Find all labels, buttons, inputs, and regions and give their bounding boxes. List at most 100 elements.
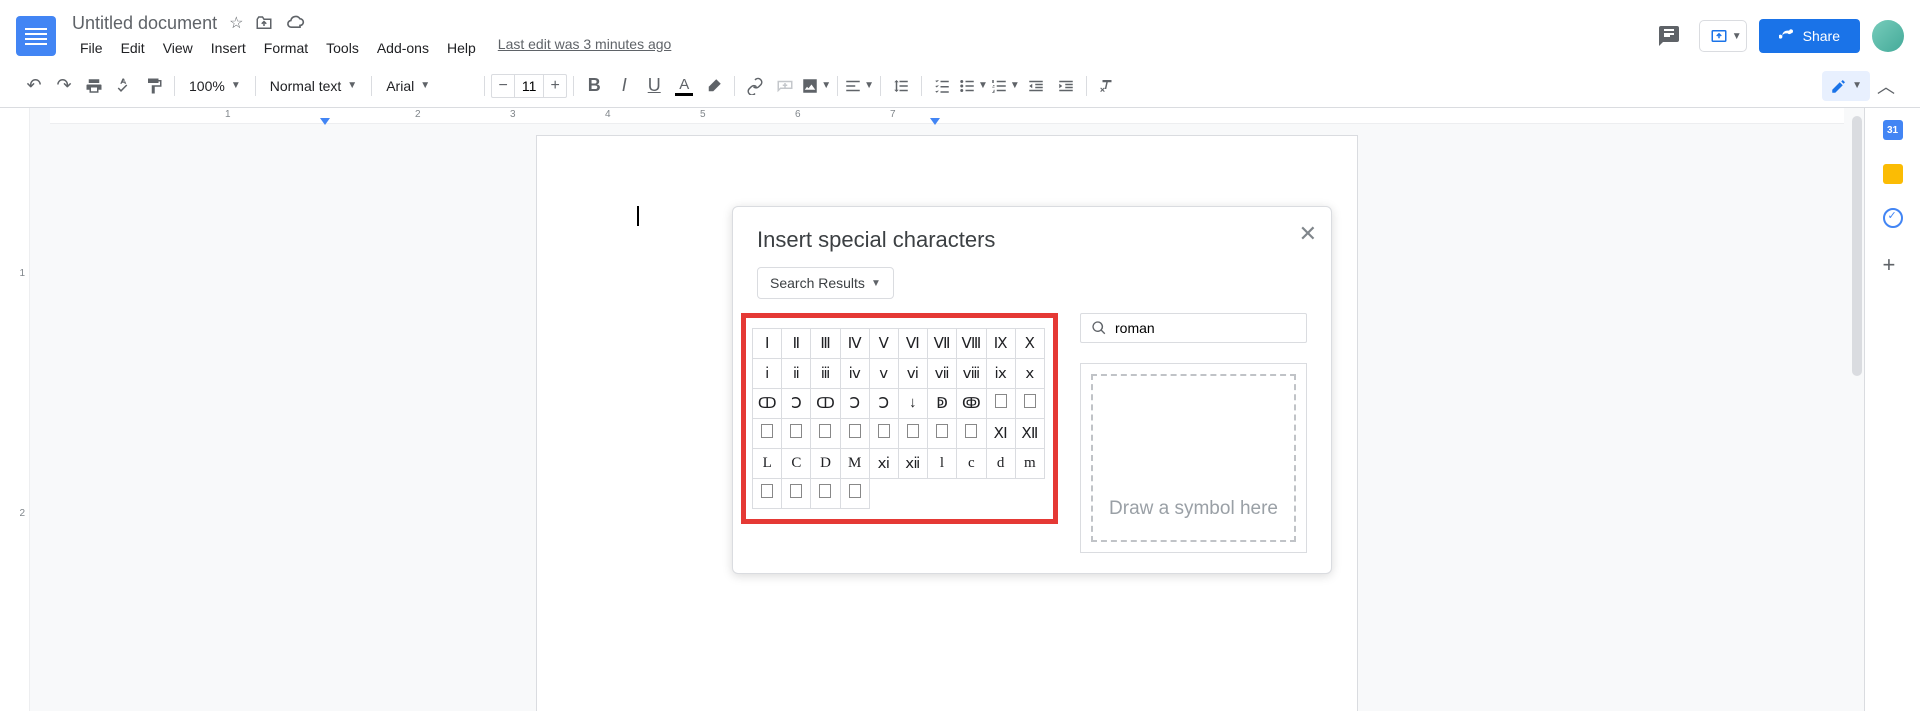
style-dropdown[interactable]: Normal text▼ bbox=[262, 74, 365, 98]
character-cell[interactable]: Ⅴ bbox=[869, 329, 898, 359]
character-cell[interactable] bbox=[1015, 389, 1044, 419]
draw-symbol-box[interactable]: Draw a symbol here bbox=[1080, 363, 1307, 553]
character-cell[interactable] bbox=[927, 419, 956, 449]
search-input[interactable] bbox=[1115, 320, 1296, 336]
character-cell[interactable]: ⅵ bbox=[898, 359, 927, 389]
character-cell[interactable]: ⅻ bbox=[898, 449, 927, 479]
link-icon[interactable] bbox=[741, 72, 769, 100]
calendar-icon[interactable]: 31 bbox=[1883, 120, 1903, 140]
character-cell[interactable]: Ⅱ bbox=[782, 329, 811, 359]
character-cell[interactable] bbox=[840, 479, 869, 509]
character-cell[interactable]: ⅰ bbox=[753, 359, 782, 389]
character-cell[interactable]: Ⅳ bbox=[840, 329, 869, 359]
right-indent-marker[interactable] bbox=[930, 118, 940, 125]
character-cell[interactable]: ↁ bbox=[927, 389, 956, 419]
align-icon[interactable]: ▼ bbox=[844, 72, 874, 100]
bold-icon[interactable]: B bbox=[580, 72, 608, 100]
character-cell[interactable]: ⅹ bbox=[1015, 359, 1044, 389]
checklist-icon[interactable] bbox=[928, 72, 956, 100]
add-addon-icon[interactable]: + bbox=[1883, 252, 1903, 272]
tasks-icon[interactable] bbox=[1883, 208, 1903, 228]
character-cell[interactable]: ↂ bbox=[957, 389, 986, 419]
cloud-status-icon[interactable] bbox=[285, 13, 305, 33]
character-cell[interactable]: ⅳ bbox=[840, 359, 869, 389]
character-cell[interactable]: Ↄ bbox=[782, 389, 811, 419]
star-icon[interactable]: ☆ bbox=[229, 13, 243, 33]
character-cell[interactable]: ⅺ bbox=[869, 449, 898, 479]
document-title[interactable]: Untitled document bbox=[72, 13, 217, 34]
highlight-icon[interactable] bbox=[700, 72, 728, 100]
character-cell[interactable]: Ⅶ bbox=[927, 329, 956, 359]
character-cell[interactable]: M bbox=[840, 449, 869, 479]
character-cell[interactable]: Ↄ bbox=[840, 389, 869, 419]
character-cell[interactable]: D bbox=[811, 449, 840, 479]
line-spacing-icon[interactable] bbox=[887, 72, 915, 100]
account-avatar[interactable] bbox=[1872, 20, 1904, 52]
menu-help[interactable]: Help bbox=[439, 36, 484, 60]
font-size-input[interactable] bbox=[514, 75, 544, 97]
underline-icon[interactable]: U bbox=[640, 72, 668, 100]
character-cell[interactable]: ⅶ bbox=[927, 359, 956, 389]
menu-view[interactable]: View bbox=[155, 36, 201, 60]
keep-icon[interactable] bbox=[1883, 164, 1903, 184]
horizontal-ruler[interactable]: 1 2 3 4 5 6 7 bbox=[50, 108, 1844, 124]
character-cell[interactable]: ↓ bbox=[898, 389, 927, 419]
character-cell[interactable]: Ⅲ bbox=[811, 329, 840, 359]
character-cell[interactable] bbox=[811, 479, 840, 509]
character-cell[interactable]: m bbox=[1015, 449, 1044, 479]
document-page[interactable]: Insert special characters ✕ Search Resul… bbox=[537, 136, 1357, 711]
character-cell[interactable]: ⅱ bbox=[782, 359, 811, 389]
menu-file[interactable]: File bbox=[72, 36, 111, 60]
present-button[interactable]: ▼ bbox=[1699, 20, 1747, 52]
bullet-list-icon[interactable]: ▼ bbox=[958, 72, 988, 100]
font-dropdown[interactable]: Arial▼ bbox=[378, 74, 478, 98]
undo-icon[interactable]: ↶ bbox=[20, 72, 48, 100]
comments-icon[interactable] bbox=[1651, 18, 1687, 54]
share-button[interactable]: Share bbox=[1759, 19, 1860, 53]
character-cell[interactable]: d bbox=[986, 449, 1015, 479]
zoom-dropdown[interactable]: 100%▼ bbox=[181, 74, 249, 98]
character-cell[interactable]: Ⅵ bbox=[898, 329, 927, 359]
character-cell[interactable] bbox=[782, 419, 811, 449]
character-cell[interactable]: Ⅹ bbox=[1015, 329, 1044, 359]
move-icon[interactable] bbox=[255, 14, 273, 32]
scrollbar-thumb[interactable] bbox=[1852, 116, 1862, 376]
character-cell[interactable]: Ↄ bbox=[869, 389, 898, 419]
character-cell[interactable]: C bbox=[782, 449, 811, 479]
character-cell[interactable]: l bbox=[927, 449, 956, 479]
character-cell[interactable] bbox=[753, 419, 782, 449]
character-cell[interactable] bbox=[986, 389, 1015, 419]
menu-insert[interactable]: Insert bbox=[203, 36, 254, 60]
image-icon[interactable]: ▼ bbox=[801, 72, 831, 100]
menu-tools[interactable]: Tools bbox=[318, 36, 367, 60]
clear-format-icon[interactable] bbox=[1093, 72, 1121, 100]
character-cell[interactable]: Ⅺ bbox=[986, 419, 1015, 449]
character-cell[interactable]: Ⅸ bbox=[986, 329, 1015, 359]
font-size-increase[interactable]: + bbox=[544, 75, 566, 97]
spellcheck-icon[interactable] bbox=[110, 72, 138, 100]
character-cell[interactable]: Ⅰ bbox=[753, 329, 782, 359]
menu-edit[interactable]: Edit bbox=[113, 36, 153, 60]
character-cell[interactable] bbox=[811, 419, 840, 449]
character-cell[interactable]: ⅸ bbox=[986, 359, 1015, 389]
character-cell[interactable]: ↀ bbox=[811, 389, 840, 419]
menu-addons[interactable]: Add-ons bbox=[369, 36, 437, 60]
character-cell[interactable] bbox=[782, 479, 811, 509]
character-cell[interactable] bbox=[869, 419, 898, 449]
menu-format[interactable]: Format bbox=[256, 36, 316, 60]
left-indent-marker[interactable] bbox=[320, 118, 330, 125]
docs-logo[interactable] bbox=[16, 16, 56, 56]
character-cell[interactable]: ⅷ bbox=[957, 359, 986, 389]
indent-increase-icon[interactable] bbox=[1052, 72, 1080, 100]
editing-mode-button[interactable]: ▼ bbox=[1822, 71, 1870, 101]
font-size-decrease[interactable]: − bbox=[492, 75, 514, 97]
character-cell[interactable]: ↀ bbox=[753, 389, 782, 419]
character-cell[interactable] bbox=[840, 419, 869, 449]
comment-add-icon[interactable] bbox=[771, 72, 799, 100]
collapse-toolbar-icon[interactable]: ︿ bbox=[1872, 72, 1900, 100]
character-cell[interactable]: ⅴ bbox=[869, 359, 898, 389]
character-cell[interactable] bbox=[957, 419, 986, 449]
redo-icon[interactable]: ↷ bbox=[50, 72, 78, 100]
character-cell[interactable]: L bbox=[753, 449, 782, 479]
italic-icon[interactable]: I bbox=[610, 72, 638, 100]
